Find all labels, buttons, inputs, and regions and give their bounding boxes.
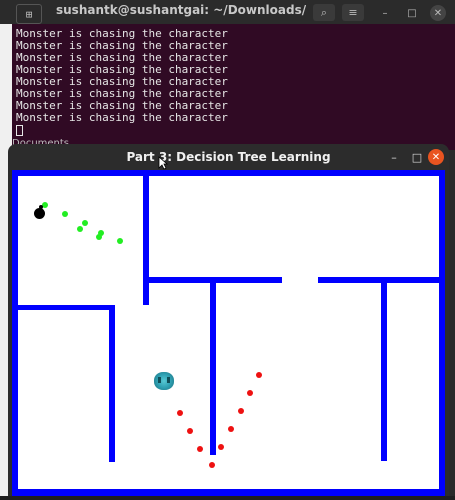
terminal-window: ⊞ sushantk@sushantgai: ~/Downloads/HW4_L… — [0, 0, 455, 150]
bottom-edge — [0, 496, 455, 500]
monster-path-dot — [218, 444, 224, 450]
game-titlebar[interactable]: Part 3: Decision Tree Learning – □ ✕ — [8, 144, 449, 170]
monster-path-dot — [238, 408, 244, 414]
maximize-button[interactable]: □ — [409, 149, 425, 165]
terminal-output[interactable]: Monster is chasing the character Monster … — [0, 26, 455, 146]
monster-icon — [154, 372, 174, 390]
minimize-icon[interactable]: – — [377, 5, 393, 21]
monster-path-dot — [228, 426, 234, 432]
wall-top — [12, 170, 445, 176]
wall-vertical-left — [109, 305, 115, 462]
monster-path-dot — [197, 446, 203, 452]
character-path-dot — [96, 234, 102, 240]
minimize-button[interactable]: – — [386, 149, 402, 165]
game-canvas[interactable] — [12, 170, 445, 500]
terminal-new-tab-icon[interactable]: ⊞ — [16, 4, 42, 24]
monster-path-dot — [177, 410, 183, 416]
monster-path-dot — [209, 462, 215, 468]
monster-path-dot — [247, 390, 253, 396]
wall-vertical-right — [381, 281, 387, 461]
terminal-line: Monster is chasing the character — [16, 111, 228, 124]
maximize-icon[interactable]: □ — [404, 5, 420, 21]
wall-right — [439, 170, 445, 500]
close-icon[interactable]: ✕ — [430, 5, 446, 21]
wall-vertical-center — [210, 281, 216, 455]
monster-path-dot — [256, 372, 262, 378]
search-icon[interactable]: ⌕ — [313, 4, 335, 21]
hamburger-menu-icon[interactable]: ≡ — [342, 4, 364, 21]
terminal-cursor — [16, 124, 23, 136]
character-path-dot — [117, 238, 123, 244]
character-path-dot — [82, 220, 88, 226]
terminal-titlebar[interactable]: ⊞ sushantk@sushantgai: ~/Downloads/HW4_L… — [0, 0, 455, 24]
wall-left — [12, 170, 18, 500]
terminal-prompt-line — [16, 124, 228, 136]
character-icon — [34, 205, 45, 219]
wall-horizontal-left — [12, 305, 114, 310]
terminal-lines: Monster is chasing the character Monster … — [16, 28, 228, 136]
wall-vertical-upper — [143, 170, 149, 305]
monster-path-dot — [187, 428, 193, 434]
character-path-dot — [62, 211, 68, 217]
game-window: Part 3: Decision Tree Learning – □ ✕ — [8, 144, 449, 500]
close-button[interactable]: ✕ — [428, 149, 444, 165]
mouse-pointer-icon — [158, 156, 168, 170]
character-path-dot — [77, 226, 83, 232]
terminal-title: sushantk@sushantgai: ~/Downloads/HW4_Lin… — [56, 3, 306, 17]
